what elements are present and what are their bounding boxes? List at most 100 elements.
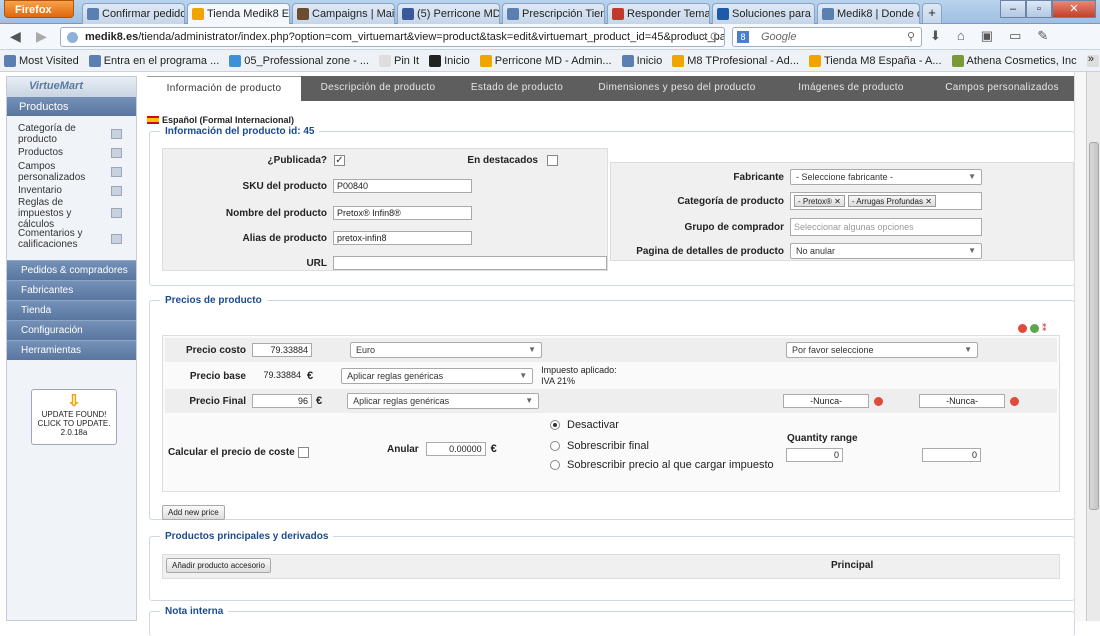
manufacturer-select[interactable]: - Seleccione fabricante - ▼ [790,169,982,185]
url-bar[interactable]: medik8.es/tienda/administrator/index.php… [60,27,725,47]
bookmark-label: Entra en el programa ... [103,54,220,67]
featured-checkbox[interactable] [547,154,558,166]
browser-tab[interactable]: Soluciones para em... [712,3,815,24]
bookmark-item[interactable]: Pin It [379,54,419,67]
browser-tab[interactable]: Confirmar pedido [82,3,185,24]
tab-strip: Confirmar pedido Tienda Medik8 E... Campai… [82,3,942,24]
sku-input[interactable]: P00840 [333,179,472,193]
new-tab-button[interactable]: + [922,3,942,24]
drag-handle-icon[interactable]: ⁑ [1042,324,1047,333]
sidebar-section[interactable]: Herramientas [7,340,136,360]
add-new-price-button[interactable]: Add new price [162,505,225,520]
reload-icon[interactable]: ☆ ▿ C [689,30,718,43]
final-rules-select[interactable]: Aplicar reglas genéricas ▼ [347,393,540,409]
radio-button[interactable] [550,441,560,451]
bookmark-label: Tienda M8 España - A... [823,54,942,67]
category-chip[interactable]: - Pretox® ✕ [794,195,845,207]
bookmark-item[interactable]: Perricone MD - Admin... [479,54,612,67]
clear-date-icon[interactable] [874,396,884,406]
forward-arrow-icon[interactable]: ▶ [36,28,47,45]
remove-icon[interactable] [1018,324,1027,333]
addon-icon[interactable]: ▣ [981,28,993,44]
firefox-menu-button[interactable]: Firefox [4,0,74,18]
category-chip[interactable]: - Arrugas Profundas ✕ [847,195,936,207]
search-icon[interactable]: ⚲ [907,30,915,43]
maximize-button[interactable]: ▫ [1026,0,1052,18]
sidebar-item[interactable]: Campos personalizados [7,161,136,183]
sidebar-item[interactable]: Categoría de producto [7,123,136,145]
sidebar-item[interactable]: Reglas de impuestos y cálculos [7,197,136,230]
bookmark-item[interactable]: Most Visited [4,54,79,67]
published-checkbox[interactable]: ✓ [334,154,345,166]
clear-date-icon[interactable] [1010,396,1020,406]
browser-tab[interactable]: Responder Tema: P... [607,3,710,24]
alias-input[interactable]: pretox-infin8 [333,231,472,245]
inner-scrollbar[interactable] [1074,72,1086,621]
product-tab[interactable]: Información de producto [147,76,301,101]
base-rules-select[interactable]: Aplicar reglas genéricas ▼ [341,368,534,384]
calc-checkbox[interactable] [297,446,309,458]
back-arrow-icon[interactable]: ◀ [10,28,21,45]
product-tab[interactable]: Campos personalizados [927,76,1077,101]
scrollbar-thumb[interactable] [1089,142,1099,510]
override-input[interactable]: 0.00000 [425,442,486,456]
tools-icon[interactable]: ✎ [1037,28,1048,44]
category-multiselect[interactable]: - Pretox® ✕ - Arrugas Profundas ✕ [790,192,982,210]
price-group-select[interactable]: Por favor seleccione ▼ [786,342,978,358]
download-icon[interactable]: ⬇ [930,28,941,44]
search-input[interactable]: 8 Google ⚲ [732,27,922,47]
date-to-input[interactable]: -Nunca- [919,394,1006,408]
add-accessory-button[interactable]: Añadir producto accesorio [166,558,271,573]
sidebar-section[interactable]: Configuración [7,320,136,340]
update-notice[interactable]: ⇩ UPDATE FOUND! CLICK TO UPDATE. 2.0.18a [31,389,117,445]
sidebar-item[interactable]: Productos [7,143,136,162]
browser-tab[interactable]: (5) Perricone MD Es... [397,3,500,24]
bookmark-item[interactable]: Inicio [429,54,470,67]
sidebar-section[interactable]: Tienda [7,300,136,320]
date-from-input[interactable]: -Nunca- [783,394,870,408]
minimize-button[interactable]: – [1000,0,1026,18]
cost-input[interactable]: 79.33884 [252,343,312,357]
product-tab[interactable]: Imágenes de producto [775,76,927,101]
bookmark-icon [229,54,242,67]
bookmark-item[interactable]: Inicio [621,54,662,67]
browser-tab[interactable]: Campaigns | MailC... [292,3,395,24]
final-input[interactable]: 96 [252,394,312,408]
bookmarks-more-button[interactable]: » [1088,53,1094,65]
radio-button[interactable] [550,460,560,470]
product-tab[interactable]: Descripción de producto [301,76,455,101]
tax-applied: Impuesto aplicado: IVA 21% [541,365,617,387]
bookmark-item[interactable]: M8 TProfesional - Ad... [672,54,799,67]
url-input[interactable] [333,256,607,270]
bookmark-item[interactable]: Entra en el programa ... [88,54,220,67]
bookmark-item[interactable]: Tienda M8 España - A... [808,54,942,67]
screen-icon[interactable]: ▭ [1009,28,1021,44]
shopper-group-input[interactable]: Seleccionar algunas opciones [790,218,982,236]
bookmark-item[interactable]: 05_Professional zone - ... [229,54,369,67]
browser-tab[interactable]: Tienda Medik8 E... [187,3,290,24]
home-icon[interactable]: ⌂ [957,28,965,44]
page-scrollbar[interactable] [1086,72,1100,621]
tax-applied-label: Impuesto aplicado: [541,365,617,375]
browser-tab[interactable]: Prescripción Tiend... [502,3,605,24]
virtuemart-logo[interactable]: VirtueMart [7,77,136,97]
add-icon[interactable] [1030,324,1039,333]
sidebar-section[interactable]: Fabricantes [7,280,136,300]
radio-button[interactable] [550,420,560,430]
detail-page-value: No anular [796,246,836,256]
name-input[interactable]: Pretox® Infin8® [333,206,472,220]
sidebar-item[interactable]: Comentarios y calificaciones [7,226,136,252]
qty-start-input[interactable]: 0 [786,448,843,462]
detail-page-select[interactable]: No anular ▼ [790,243,982,259]
browser-tab[interactable]: Medik8 | Donde co... [817,3,920,24]
sidebar-header[interactable]: Productos [7,97,136,116]
currency-select[interactable]: Euro ▼ [350,342,542,358]
close-window-button[interactable]: ✕ [1052,0,1096,18]
radio-3[interactable]: Sobrescribir precio al que cargar impues… [550,453,774,477]
product-tab[interactable]: Dimensiones y peso del producto [579,76,775,101]
name-row: Nombre del producto Pretox® Infin8® [162,201,472,225]
bookmark-item[interactable]: Athena Cosmetics, Inc [951,54,1077,67]
qty-end-input[interactable]: 0 [922,448,981,462]
product-tab[interactable]: Estado de producto [455,76,579,101]
sidebar-section[interactable]: Pedidos & compradores [7,260,136,280]
